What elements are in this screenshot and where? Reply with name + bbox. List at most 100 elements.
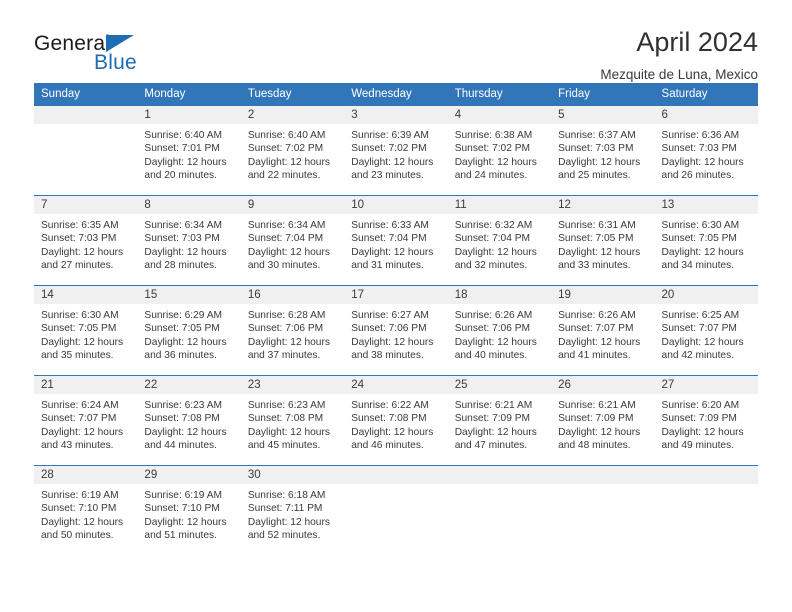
calendar-day-cell[interactable]: 24 Sunrise: 6:22 AM Sunset: 7:08 PM Dayligh… xyxy=(344,375,448,466)
calendar-day-cell[interactable]: 14 Sunrise: 6:30 AM Sunset: 7:05 PM Dayligh… xyxy=(34,285,138,376)
calendar-day-cell[interactable]: 6 Sunrise: 6:36 AM Sunset: 7:03 PM Daylight… xyxy=(654,105,758,196)
daylight-text-line1: Daylight: 12 hours xyxy=(454,156,537,168)
daylight-text-line1: Daylight: 12 hours xyxy=(41,246,124,258)
daylight-text-line1: Daylight: 12 hours xyxy=(454,246,537,258)
calendar-day-cell[interactable]: 11 Sunrise: 6:32 AM Sunset: 7:04 PM Dayligh… xyxy=(447,195,552,286)
calendar-table: Sunday Monday Tuesday Wednesday Thursday… xyxy=(34,83,758,555)
day-sun-info: Sunrise: 6:30 AM Sunset: 7:05 PM Daylight:… xyxy=(34,304,137,363)
calendar-day-cell[interactable]: 13 Sunrise: 6:30 AM Sunset: 7:05 PM Dayligh… xyxy=(654,195,758,286)
day-number: 6 xyxy=(654,106,758,124)
calendar-week-row: 14 Sunrise: 6:30 AM Sunset: 7:05 PM Dayligh… xyxy=(34,285,758,376)
calendar-day-cell[interactable]: 3 Sunrise: 6:39 AM Sunset: 7:02 PM Daylight… xyxy=(344,105,448,196)
weekday-header-friday: Friday xyxy=(551,83,655,106)
calendar-day-cell[interactable]: 2 Sunrise: 6:40 AM Sunset: 7:02 PM Daylight… xyxy=(240,105,345,196)
sunset-text: Sunset: 7:07 PM xyxy=(41,413,117,425)
sunset-text: Sunset: 7:08 PM xyxy=(247,413,324,425)
daylight-text-line1: Daylight: 12 hours xyxy=(558,156,641,168)
day-number: 25 xyxy=(447,376,552,394)
calendar-day-cell[interactable]: 28 Sunrise: 6:19 AM Sunset: 7:10 PM Dayligh… xyxy=(34,465,138,555)
calendar-day-cell[interactable]: 23 Sunrise: 6:23 AM Sunset: 7:08 PM Dayligh… xyxy=(240,375,345,466)
logo-text-blue: Blue xyxy=(94,51,137,74)
weekday-header-wednesday: Wednesday xyxy=(344,83,448,106)
day-number: 22 xyxy=(137,376,241,394)
daylight-text-line2: and 22 minutes. xyxy=(247,170,321,182)
calendar-day-cell[interactable]: 29 Sunrise: 6:19 AM Sunset: 7:10 PM Dayligh… xyxy=(137,465,241,555)
page-header: General Blue April 2024 Mezquite de Luna… xyxy=(34,0,758,83)
calendar-day-cell-empty xyxy=(654,465,758,555)
calendar-day-cell[interactable]: 18 Sunrise: 6:26 AM Sunset: 7:06 PM Dayligh… xyxy=(447,285,552,376)
calendar-day-cell[interactable]: 12 Sunrise: 6:31 AM Sunset: 7:05 PM Dayligh… xyxy=(551,195,655,286)
calendar-day-cell-empty xyxy=(34,105,138,196)
daylight-text-line1: Daylight: 12 hours xyxy=(41,426,124,438)
calendar-day-cell[interactable]: 15 Sunrise: 6:29 AM Sunset: 7:05 PM Dayligh… xyxy=(137,285,241,376)
day-sun-info: Sunrise: 6:31 AM Sunset: 7:05 PM Daylight:… xyxy=(551,214,654,273)
daylight-text-line1: Daylight: 12 hours xyxy=(144,516,227,528)
day-sun-info: Sunrise: 6:40 AM Sunset: 7:02 PM Daylight:… xyxy=(241,124,344,183)
daylight-text-line2: and 25 minutes. xyxy=(558,170,631,182)
sunset-text: Sunset: 7:01 PM xyxy=(144,143,220,155)
day-number: 21 xyxy=(34,376,138,394)
sunrise-text: Sunrise: 6:31 AM xyxy=(558,220,636,231)
day-number: 16 xyxy=(240,286,345,304)
day-sun-info: Sunrise: 6:32 AM Sunset: 7:04 PM Daylight:… xyxy=(448,214,551,273)
calendar-day-cell[interactable]: 17 Sunrise: 6:27 AM Sunset: 7:06 PM Dayligh… xyxy=(344,285,448,376)
daylight-text-line1: Daylight: 12 hours xyxy=(454,336,537,348)
calendar-day-cell[interactable]: 9 Sunrise: 6:34 AM Sunset: 7:04 PM Daylight… xyxy=(240,195,345,286)
calendar-day-cell[interactable]: 22 Sunrise: 6:23 AM Sunset: 7:08 PM Dayligh… xyxy=(137,375,241,466)
sunset-text: Sunset: 7:03 PM xyxy=(558,143,634,155)
calendar-day-cell[interactable]: 5 Sunrise: 6:37 AM Sunset: 7:03 PM Daylight… xyxy=(551,105,655,196)
sunrise-text: Sunrise: 6:26 AM xyxy=(558,310,636,321)
day-number xyxy=(654,466,758,484)
sunset-text: Sunset: 7:03 PM xyxy=(41,233,117,245)
sunrise-text: Sunrise: 6:36 AM xyxy=(661,130,740,141)
day-number: 19 xyxy=(551,286,655,304)
day-number: 27 xyxy=(654,376,758,394)
weekday-header-sunday: Sunday xyxy=(34,83,138,106)
sunrise-text: Sunrise: 6:22 AM xyxy=(351,400,429,411)
sunset-text: Sunset: 7:03 PM xyxy=(661,143,737,155)
calendar-day-cell[interactable]: 7 Sunrise: 6:35 AM Sunset: 7:03 PM Daylight… xyxy=(34,195,138,286)
day-number xyxy=(447,466,552,484)
sunrise-text: Sunrise: 6:21 AM xyxy=(454,400,533,411)
calendar-day-cell[interactable]: 21 Sunrise: 6:24 AM Sunset: 7:07 PM Dayligh… xyxy=(34,375,138,466)
general-blue-logo[interactable]: General Blue xyxy=(34,28,154,76)
calendar-day-cell[interactable]: 30 Sunrise: 6:18 AM Sunset: 7:11 PM Dayligh… xyxy=(240,465,345,555)
daylight-text-line2: and 50 minutes. xyxy=(41,530,114,542)
day-number: 4 xyxy=(447,106,552,124)
day-sun-info: Sunrise: 6:26 AM Sunset: 7:06 PM Daylight:… xyxy=(448,304,551,363)
sunset-text: Sunset: 7:06 PM xyxy=(351,323,427,335)
sunrise-text: Sunrise: 6:35 AM xyxy=(41,220,119,231)
sunset-text: Sunset: 7:08 PM xyxy=(351,413,427,425)
calendar-day-cell[interactable]: 25 Sunrise: 6:21 AM Sunset: 7:09 PM Dayligh… xyxy=(447,375,552,466)
daylight-text-line2: and 37 minutes. xyxy=(247,350,321,362)
calendar-day-cell[interactable]: 16 Sunrise: 6:28 AM Sunset: 7:06 PM Dayligh… xyxy=(240,285,345,376)
day-sun-info: Sunrise: 6:34 AM Sunset: 7:04 PM Daylight:… xyxy=(241,214,344,273)
daylight-text-line1: Daylight: 12 hours xyxy=(558,336,641,348)
day-sun-info: Sunrise: 6:18 AM Sunset: 7:11 PM Daylight:… xyxy=(241,484,344,543)
calendar-day-cell[interactable]: 10 Sunrise: 6:33 AM Sunset: 7:04 PM Dayligh… xyxy=(344,195,448,286)
sunrise-text: Sunrise: 6:26 AM xyxy=(454,310,533,321)
daylight-text-line2: and 30 minutes. xyxy=(247,260,321,272)
calendar-day-cell[interactable]: 8 Sunrise: 6:34 AM Sunset: 7:03 PM Daylight… xyxy=(137,195,241,286)
sunrise-text: Sunrise: 6:23 AM xyxy=(247,400,326,411)
sunset-text: Sunset: 7:07 PM xyxy=(558,323,634,335)
day-number: 11 xyxy=(447,196,552,214)
day-number: 8 xyxy=(137,196,241,214)
day-sun-info: Sunrise: 6:37 AM Sunset: 7:03 PM Daylight:… xyxy=(551,124,654,183)
day-number: 14 xyxy=(34,286,138,304)
sunrise-text: Sunrise: 6:28 AM xyxy=(247,310,326,321)
day-sun-info: Sunrise: 6:36 AM Sunset: 7:03 PM Daylight:… xyxy=(655,124,758,183)
calendar-day-cell[interactable]: 4 Sunrise: 6:38 AM Sunset: 7:02 PM Daylight… xyxy=(447,105,552,196)
calendar-day-cell[interactable]: 1 Sunrise: 6:40 AM Sunset: 7:01 PM Daylight… xyxy=(137,105,241,196)
daylight-text-line1: Daylight: 12 hours xyxy=(41,516,124,528)
sunset-text: Sunset: 7:06 PM xyxy=(454,323,531,335)
daylight-text-line1: Daylight: 12 hours xyxy=(351,156,434,168)
calendar-day-cell[interactable]: 20 Sunrise: 6:25 AM Sunset: 7:07 PM Dayligh… xyxy=(654,285,758,376)
calendar-day-cell[interactable]: 27 Sunrise: 6:20 AM Sunset: 7:09 PM Dayligh… xyxy=(654,375,758,466)
sunrise-text: Sunrise: 6:30 AM xyxy=(41,310,119,321)
location-subtitle: Mezquite de Luna, Mexico xyxy=(600,67,758,83)
calendar-day-cell[interactable]: 26 Sunrise: 6:21 AM Sunset: 7:09 PM Dayligh… xyxy=(551,375,655,466)
daylight-text-line1: Daylight: 12 hours xyxy=(351,246,434,258)
calendar-day-cell[interactable]: 19 Sunrise: 6:26 AM Sunset: 7:07 PM Dayligh… xyxy=(551,285,655,376)
sunrise-text: Sunrise: 6:23 AM xyxy=(144,400,223,411)
